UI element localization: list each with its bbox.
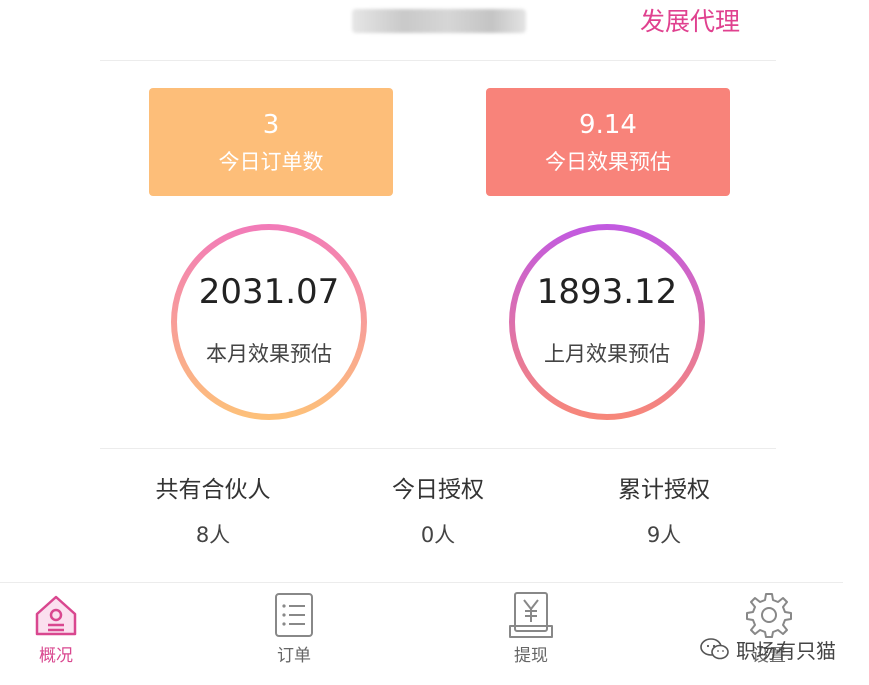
tab-overview-label: 概况	[39, 646, 73, 666]
today-auth-stat: 今日授权 0人	[338, 474, 538, 550]
today-auth-count: 0人	[420, 523, 456, 547]
watermark-text: 职场有只猫	[736, 638, 836, 663]
today-effect-value: 9.14	[579, 110, 637, 140]
ring-left-graphic	[171, 224, 367, 420]
tab-withdraw-label: 提现	[514, 646, 548, 666]
wechat-watermark: 职场有只猫	[700, 634, 836, 664]
wechat-icon	[700, 638, 729, 660]
gear-icon	[746, 593, 792, 638]
today-orders-card[interactable]: 3 今日订单数	[149, 88, 393, 196]
this-month-effect-label: 本月效果预估	[206, 342, 332, 366]
tab-withdraw[interactable]: 提现	[476, 590, 586, 668]
agent-overview-page: 发展代理 3 今日订单数 9.14 今日效果预估 2031.07 本月效果预估	[0, 0, 869, 685]
tab-orders-label: 订单	[277, 646, 311, 666]
today-effect-label: 今日效果预估	[545, 150, 671, 174]
this-month-effect-value: 2031.07	[198, 272, 340, 312]
develop-agent-link[interactable]: 发展代理	[640, 4, 740, 40]
home-icon	[35, 595, 77, 636]
total-auth-count: 9人	[646, 523, 682, 547]
total-auth-title: 累计授权	[618, 477, 710, 503]
last-month-effect-label: 上月效果预估	[544, 342, 670, 366]
list-icon	[275, 593, 313, 637]
today-effect-card[interactable]: 9.14 今日效果预估	[486, 88, 730, 196]
blurred-user-name	[352, 9, 526, 33]
partners-stat: 共有合伙人 8人	[113, 474, 313, 550]
today-orders-label: 今日订单数	[218, 150, 324, 174]
partners-count: 8人	[195, 523, 231, 547]
this-month-effect-ring: 2031.07 本月效果预估	[169, 222, 369, 422]
yuan-receipt-icon	[509, 592, 553, 638]
last-month-effect-ring: 1893.12 上月效果预估	[507, 222, 707, 422]
rings-divider	[100, 448, 776, 449]
total-auth-stat: 累计授权 9人	[564, 474, 764, 550]
ring-right-graphic	[509, 224, 705, 420]
tab-overview[interactable]: 概况	[1, 590, 111, 668]
last-month-effect-value: 1893.12	[536, 272, 678, 312]
tab-orders[interactable]: 订单	[239, 590, 349, 668]
partners-title: 共有合伙人	[155, 477, 271, 503]
today-auth-title: 今日授权	[392, 477, 484, 503]
header-divider	[100, 60, 776, 61]
today-orders-value: 3	[262, 110, 280, 140]
